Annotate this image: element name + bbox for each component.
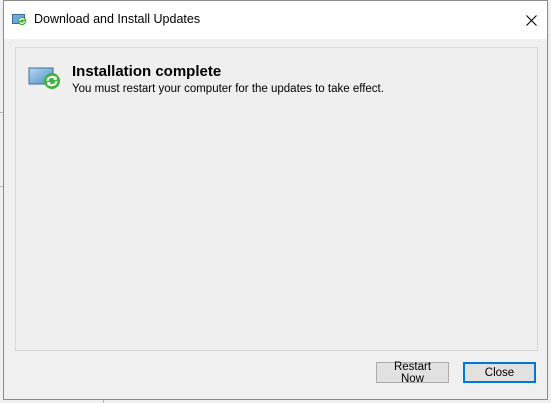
window-title: Download and Install Updates: [34, 12, 201, 26]
status-message: You must restart your computer for the u…: [72, 83, 384, 95]
title-bar: Download and Install Updates: [4, 1, 547, 39]
message-panel: Installation complete You must restart y…: [15, 47, 538, 351]
update-dialog: Download and Install Updates Installatio…: [3, 0, 548, 400]
windows-update-icon: [12, 14, 27, 26]
status-heading: Installation complete: [72, 63, 222, 80]
windows-update-icon: [28, 67, 60, 89]
close-button[interactable]: Close: [463, 362, 536, 383]
restart-now-button[interactable]: Restart Now: [376, 361, 449, 385]
close-window-button[interactable]: [515, 1, 547, 39]
close-icon: [525, 14, 537, 26]
